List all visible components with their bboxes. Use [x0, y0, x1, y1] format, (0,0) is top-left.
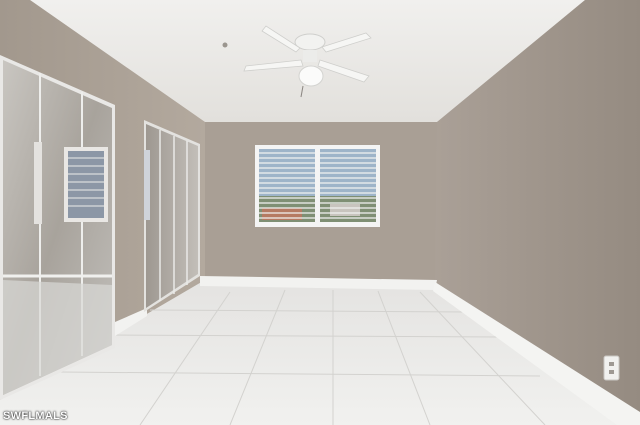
electrical-outlet — [603, 355, 620, 381]
ceiling-sensor — [222, 42, 228, 48]
mirrored-closet-doors — [0, 55, 115, 400]
window-blinds — [255, 145, 380, 227]
watermark-text: SWFLMALS — [3, 410, 68, 422]
room-illustration — [0, 0, 640, 425]
room-photo: SWFLMALS — [0, 0, 640, 425]
